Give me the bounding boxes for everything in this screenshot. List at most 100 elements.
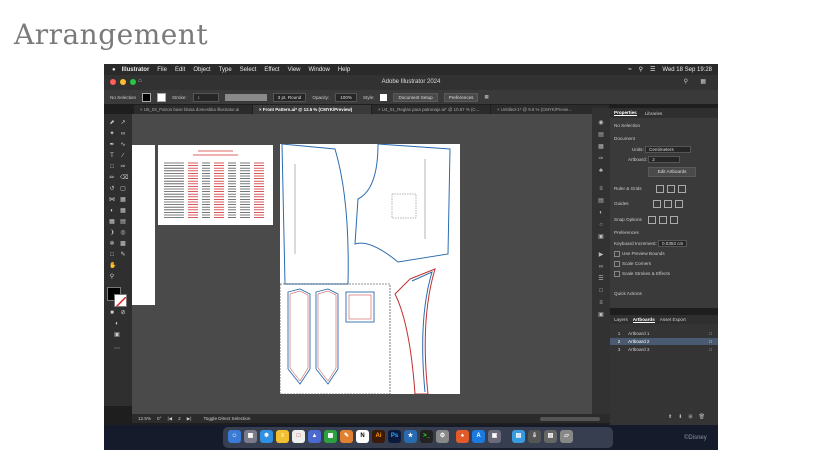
app-store-icon[interactable]: ★ xyxy=(404,430,417,443)
graph-tool-icon[interactable]: ▩ xyxy=(120,241,126,247)
document-setup-button[interactable]: Document Setup xyxy=(393,92,438,102)
gradient-panel-icon[interactable]: ▤ xyxy=(597,198,605,204)
rotate-view-angle[interactable]: 0° xyxy=(157,416,161,421)
menu-view[interactable]: View xyxy=(288,67,301,73)
trash-dock-icon[interactable]: ▱ xyxy=(560,430,573,443)
folder-icon[interactable]: ▤ xyxy=(512,430,525,443)
lasso-icon[interactable]: ∞ xyxy=(120,131,126,137)
wifi-icon[interactable]: ≈ xyxy=(628,67,631,73)
scale-strokes-checkbox[interactable]: Scale Strokes & Effects xyxy=(614,271,670,277)
transform-icon[interactable]: ▦ xyxy=(484,94,488,100)
notes-icon[interactable]: ≡ xyxy=(276,430,289,443)
system-settings-icon[interactable]: ⚙ xyxy=(436,430,449,443)
stroke-swatch[interactable] xyxy=(157,92,167,102)
appearance-icon[interactable]: ○ xyxy=(597,222,605,228)
rotate-tool-icon[interactable]: ↺ xyxy=(109,186,115,192)
pages-icon[interactable]: ✎ xyxy=(340,430,353,443)
tab-patron-base[interactable]: × U5_03_Patron base blusa domestika illu… xyxy=(134,105,253,114)
apple-icon[interactable]: ● xyxy=(112,67,116,73)
brushes-icon[interactable]: ✑ xyxy=(597,156,605,162)
links-icon[interactable]: ∞ xyxy=(597,264,605,270)
guides-lock-icon[interactable] xyxy=(663,200,672,208)
menu-select[interactable]: Select xyxy=(240,67,257,73)
stroke-weight-field[interactable]: ↕ xyxy=(192,92,219,102)
scale-corners-checkbox[interactable]: Scale Corners xyxy=(614,261,651,267)
snap-pixel-icon[interactable] xyxy=(658,216,667,224)
arrange-documents-icon[interactable]: ▦ xyxy=(700,78,706,85)
ruler-toggle-icon[interactable] xyxy=(655,185,664,193)
menu-help[interactable]: Help xyxy=(338,67,350,73)
graphic-styles-icon[interactable]: ▣ xyxy=(597,234,605,240)
menu-effect[interactable]: Effect xyxy=(264,67,279,73)
canvas[interactable] xyxy=(132,114,608,414)
artboard-list-item[interactable]: 3 Artboard 3 □ xyxy=(610,346,718,353)
type-tool-icon[interactable]: T xyxy=(109,153,115,159)
fill-swatch[interactable] xyxy=(142,92,152,102)
keyboard-increment-field[interactable]: 0.0353 cm xyxy=(657,240,688,247)
finder-icon[interactable]: ☺ xyxy=(228,430,241,443)
curvature-tool-icon[interactable]: ∿ xyxy=(120,142,126,148)
gradient-tool-icon[interactable]: ▤ xyxy=(120,219,126,225)
trash-icon[interactable]: 🗑 xyxy=(699,414,705,420)
selection-tool-icon[interactable]: ⬈ xyxy=(109,120,115,126)
search-icon[interactable]: ⚲ xyxy=(684,78,688,85)
scale-tool-icon[interactable]: ▢ xyxy=(120,186,126,192)
horizontal-scrollbar[interactable] xyxy=(540,416,600,421)
actions-icon[interactable]: ▶ xyxy=(597,252,605,258)
brush-definition[interactable]: 3 pt. Round xyxy=(272,92,307,102)
new-artboard-icon[interactable]: ⊞ xyxy=(688,414,692,420)
hand-tool-icon[interactable]: ✋ xyxy=(109,263,116,269)
symbol-sprayer-icon[interactable]: ❄ xyxy=(109,241,115,247)
tab-libraries[interactable]: Libraries xyxy=(645,111,663,116)
blend-tool-icon[interactable]: ◎ xyxy=(120,230,126,236)
tab-asset-export[interactable]: Asset Export xyxy=(660,317,686,322)
pathfinder-icon[interactable]: ▣ xyxy=(597,312,605,318)
guides-smart-icon[interactable] xyxy=(674,200,683,208)
notion-icon[interactable]: N xyxy=(356,430,369,443)
clock[interactable]: Wed 18 Sep 19:28 xyxy=(662,67,712,73)
menu-edit[interactable]: Edit xyxy=(175,67,185,73)
eraser-icon[interactable]: ⌫ xyxy=(120,175,128,181)
rectangle-tool-icon[interactable]: □ xyxy=(109,164,115,170)
slice-tool-icon[interactable]: ✎ xyxy=(120,252,126,258)
artboard-list-item[interactable]: 1 Artboard 1 □ xyxy=(610,330,718,337)
units-select[interactable]: Centimeters xyxy=(645,146,692,153)
artboard-number[interactable]: 2 xyxy=(178,416,181,421)
pencil-icon[interactable]: ✏ xyxy=(109,175,115,181)
terminal-icon[interactable]: >_ xyxy=(420,430,433,443)
magic-wand-icon[interactable]: ✦ xyxy=(109,131,115,137)
transparency-grid-icon[interactable] xyxy=(677,185,686,193)
transparency-icon[interactable]: ◐ xyxy=(597,210,605,216)
color-panel-icon[interactable]: ◉ xyxy=(597,120,605,126)
snap-point-icon[interactable] xyxy=(647,216,656,224)
artboard-nav-first-icon[interactable]: |◀ xyxy=(167,416,172,422)
zoom-tool-icon[interactable]: ⚲ xyxy=(109,274,115,280)
mesh-tool-icon[interactable]: ▦ xyxy=(109,219,115,225)
control-center-icon[interactable]: ☰ xyxy=(650,66,655,73)
numbers-icon[interactable]: ▩ xyxy=(324,430,337,443)
more-tools-icon[interactable]: ⋯ xyxy=(114,346,120,352)
layers-panel-icon[interactable]: ☰ xyxy=(597,276,605,282)
none-color-icon[interactable]: ⊘ xyxy=(120,310,126,316)
calendar-icon[interactable]: □ xyxy=(292,430,305,443)
stroke-color-box[interactable] xyxy=(114,294,127,307)
artboard-1[interactable] xyxy=(132,145,155,305)
zoom-level[interactable]: 12.5% xyxy=(138,416,151,421)
line-tool-icon[interactable]: ∕ xyxy=(120,153,126,159)
guides-show-icon[interactable] xyxy=(652,200,661,208)
artboard-list-item[interactable]: 2 Artboard 2 □ xyxy=(610,338,718,345)
artboard-tool-icon[interactable]: □ xyxy=(109,252,115,258)
perspective-grid-icon[interactable]: ▦ xyxy=(120,208,126,214)
artboards-panel-icon[interactable]: □ xyxy=(597,288,605,294)
screen-mode-icon[interactable]: ▣ xyxy=(114,332,120,338)
artboard-2-front-pattern[interactable] xyxy=(279,143,460,395)
artboard-options-icon[interactable]: □ xyxy=(709,331,712,336)
color-guide-icon[interactable]: ▤ xyxy=(597,132,605,138)
move-down-icon[interactable]: ⬇ xyxy=(678,414,682,420)
direct-selection-tool-icon[interactable]: ↗ xyxy=(120,120,126,126)
tab-reglas-patronaje[interactable]: × U4_01_Reglas para patronaje.ai* @ 10.6… xyxy=(372,105,491,114)
paintbrush-icon[interactable]: ✑ xyxy=(120,164,126,170)
artboard-options-icon[interactable]: □ xyxy=(709,347,712,352)
eyedropper-icon[interactable]: ❩ xyxy=(109,230,115,236)
width-tool-icon[interactable]: ⋈ xyxy=(109,197,115,203)
